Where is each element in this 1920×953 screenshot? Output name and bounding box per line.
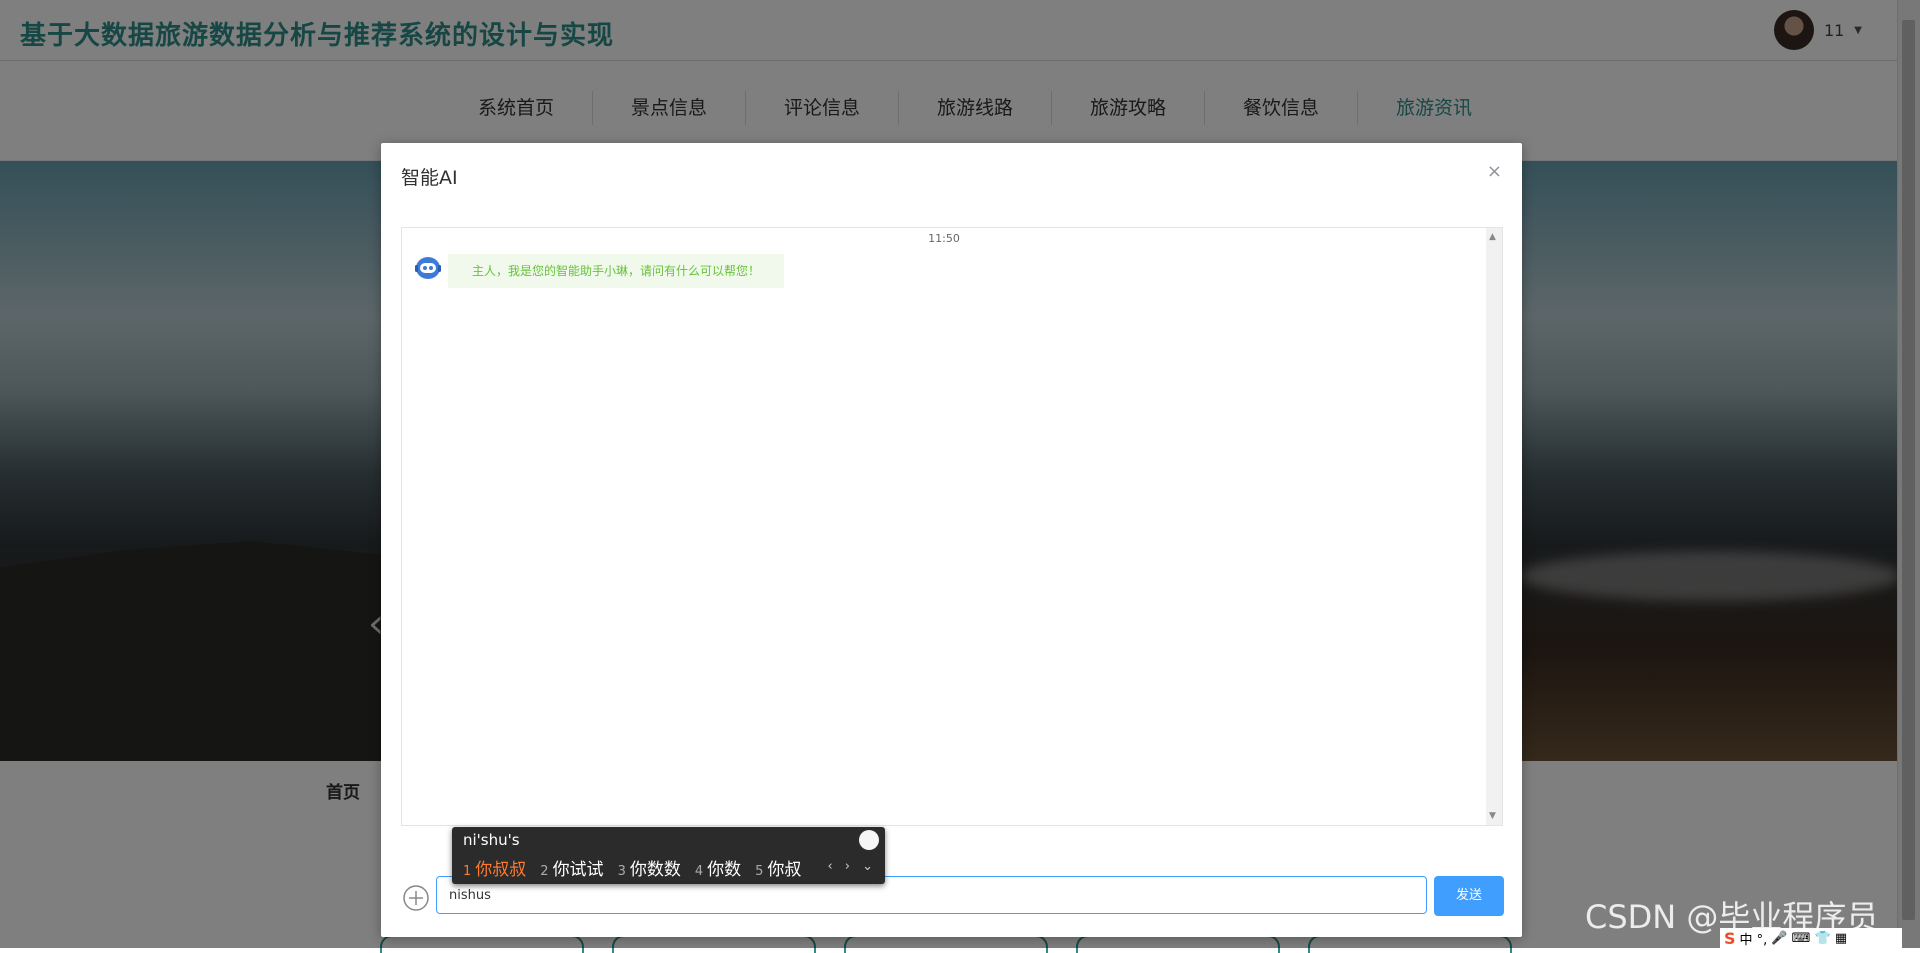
ime-mode[interactable]: 中 °, bbox=[1740, 929, 1768, 948]
ime-candidate-window: ni'shu's 1 你叔叔 2 你试试 3 你数数 4 你数 5 你叔 ‹ › ⌄ bbox=[452, 827, 885, 884]
ime-candidate[interactable]: 2 你试试 bbox=[540, 855, 603, 880]
scroll-down-icon[interactable]: ▼ bbox=[1489, 811, 1496, 821]
bot-message: 主人，我是您的智能助手小琳，请问有什么可以帮您！ bbox=[448, 254, 785, 288]
robot-icon bbox=[415, 257, 441, 279]
close-icon[interactable]: × bbox=[1487, 161, 1502, 182]
chat-history[interactable]: 11:50 主人，我是您的智能助手小琳，请问有什么可以帮您！ ▲ ▼ bbox=[401, 227, 1503, 826]
ime-composition: ni'shu's bbox=[463, 831, 520, 849]
ime-candidate[interactable]: 4 你数 bbox=[695, 855, 741, 880]
sogou-icon[interactable]: S bbox=[1724, 929, 1736, 948]
send-button[interactable]: 发送 bbox=[1434, 876, 1504, 916]
ime-logo-icon[interactable] bbox=[859, 830, 879, 850]
ime-candidate[interactable]: 3 你数数 bbox=[618, 855, 681, 880]
ime-candidate[interactable]: 5 你叔 bbox=[755, 855, 801, 880]
chat-scrollbar[interactable]: ▲ ▼ bbox=[1486, 228, 1502, 825]
scroll-up-icon[interactable]: ▲ bbox=[1489, 232, 1496, 242]
system-tray: S 中 °, 🎤 ⌨ 👕 ▦ bbox=[1720, 928, 1902, 948]
dialog-title: 智能AI bbox=[401, 167, 458, 189]
message-time: 11:50 bbox=[928, 232, 960, 245]
tray-icons[interactable]: 🎤 ⌨ 👕 ▦ bbox=[1771, 931, 1847, 946]
ime-page-nav[interactable]: ‹ › ⌄ bbox=[827, 859, 877, 874]
ai-chat-dialog: 智能AI × 11:50 主人，我是您的智能助手小琳，请问有什么可以帮您！ ▲ … bbox=[381, 143, 1522, 937]
plus-circle-icon[interactable] bbox=[403, 885, 429, 911]
ime-candidate[interactable]: 1 你叔叔 bbox=[463, 855, 526, 880]
